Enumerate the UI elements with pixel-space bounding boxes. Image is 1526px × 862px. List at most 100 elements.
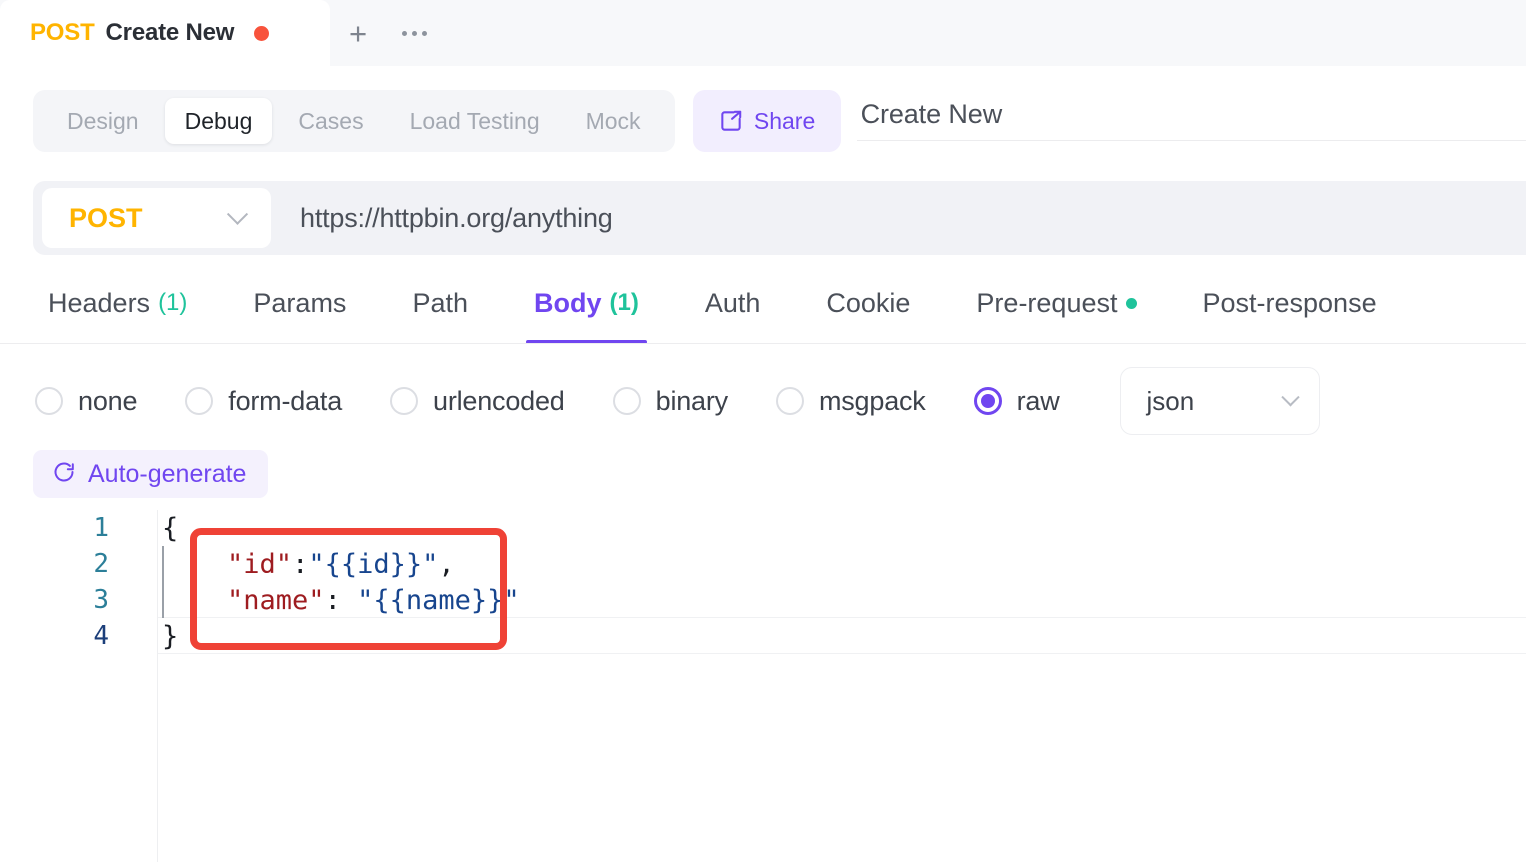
radio-binary-mark-icon [612, 387, 641, 415]
sub-tab-headers-label: Headers [48, 287, 151, 318]
code-line-2-separator: : [292, 548, 309, 580]
tab-load-testing-label: Load Testing [409, 107, 540, 134]
auto-generate-button[interactable]: Auto-generate [33, 450, 269, 498]
radio-form-data[interactable]: form-data [185, 386, 342, 417]
radio-none-label: none [78, 385, 138, 416]
auto-generate-label: Auto-generate [88, 459, 247, 488]
share-icon [718, 108, 744, 134]
radio-msgpack-label: msgpack [818, 385, 926, 416]
tab-mock[interactable]: Mock [566, 98, 661, 144]
plus-icon: + [348, 15, 368, 51]
sub-tab-auth-label: Auth [704, 287, 761, 318]
code-line-2: "id" : "{{id}}" , [158, 546, 1526, 582]
tab-overflow-menu-button[interactable] [386, 0, 442, 66]
radio-urlencoded-label: urlencoded [433, 385, 565, 416]
tab-method-label: POST [30, 19, 95, 46]
tab-design[interactable]: Design [47, 98, 159, 144]
sub-tab-path-label: Path [412, 287, 468, 318]
radio-urlencoded-mark-icon [390, 387, 419, 415]
sub-tab-params-label: Params [253, 287, 347, 318]
sub-tab-headers-count: (1) [158, 289, 188, 316]
share-button-label: Share [753, 107, 816, 134]
sub-tab-post-response[interactable]: Post-response [1170, 262, 1410, 344]
editor-gutter: 1 2 3 4 [0, 510, 157, 862]
share-button[interactable]: Share [692, 90, 841, 152]
url-input[interactable]: https://httpbin.org/anything [300, 203, 613, 234]
sub-tab-body[interactable]: Body (1) [501, 262, 672, 344]
code-line-2-indent [162, 549, 227, 580]
sub-tab-params[interactable]: Params [220, 262, 379, 344]
ellipsis-icon [401, 30, 427, 36]
code-line-4-text: } [162, 620, 179, 652]
chevron-down-icon [1280, 387, 1300, 406]
radio-none-mark-icon [35, 387, 63, 415]
sub-tab-post-response-label: Post-response [1202, 287, 1377, 318]
tab-strip: POST Create New + [0, 0, 1526, 66]
code-line-2-value: "{{id}}" [308, 548, 439, 580]
radio-form-data-mark-icon [185, 387, 214, 415]
tab-load-testing[interactable]: Load Testing [390, 98, 560, 144]
raw-format-select[interactable]: json [1119, 367, 1320, 435]
request-sub-tabs: Headers (1) Params Path Body (1) Auth Co… [0, 262, 1526, 344]
code-line-3-indent [162, 585, 227, 616]
tab-debug[interactable]: Debug [164, 98, 273, 144]
code-line-2-comma: , [438, 548, 455, 580]
line-number: 2 [93, 549, 109, 579]
code-line-3-separator: : [324, 584, 358, 616]
line-number: 3 [93, 585, 109, 615]
request-header-row: Design Debug Cases Load Testing Mock Sha… [0, 66, 1526, 176]
editor-code-area[interactable]: { "id" : "{{id}}" , "name" : "{{name}}" … [158, 510, 1526, 862]
code-line-1-text: { [162, 512, 179, 544]
unsaved-changes-dot-icon [254, 25, 270, 41]
raw-format-value: json [1146, 385, 1195, 416]
body-type-radio-group: none form-data urlencoded binary msgpack… [0, 360, 1526, 442]
sub-tab-pre-request[interactable]: Pre-request [943, 262, 1169, 344]
radio-msgpack-mark-icon [775, 387, 804, 415]
tab-design-label: Design [67, 107, 139, 134]
code-line-3: "name" : "{{name}}" [158, 582, 1526, 618]
radio-raw[interactable]: raw [973, 386, 1060, 417]
radio-binary[interactable]: binary [612, 385, 729, 417]
radio-msgpack[interactable]: msgpack [775, 385, 926, 417]
code-line-3-key: "name" [227, 584, 325, 616]
tab-cases[interactable]: Cases [278, 98, 383, 144]
sub-tab-auth[interactable]: Auth [672, 262, 794, 344]
indent-guide [162, 546, 164, 618]
request-body-editor[interactable]: 1 2 3 4 { "id" : "{{id}}" , "name" : "{{… [0, 510, 1526, 862]
code-line-4: } [158, 618, 1526, 654]
request-tab-create-new[interactable]: POST Create New [0, 0, 330, 66]
code-line-3-value: "{{name}}" [357, 584, 520, 616]
url-row: POST https://httpbin.org/anything [0, 176, 1526, 260]
sub-tab-body-label: Body [533, 287, 602, 318]
sub-tab-body-count: (1) [609, 289, 639, 316]
tab-debug-label: Debug [184, 107, 253, 134]
new-tab-button[interactable]: + [330, 0, 386, 66]
radio-raw-mark-icon [973, 387, 1002, 415]
http-method-value: POST [69, 202, 143, 233]
refresh-icon [52, 460, 76, 489]
tab-mock-label: Mock [585, 107, 641, 134]
chevron-down-icon [226, 203, 249, 225]
radio-form-data-label: form-data [228, 385, 343, 416]
mode-tab-group: Design Debug Cases Load Testing Mock [33, 90, 675, 152]
url-bar: POST https://httpbin.org/anything [33, 181, 1526, 255]
request-title-text: Create New [860, 99, 1003, 129]
sub-tab-path[interactable]: Path [379, 262, 501, 344]
sub-tab-cookie-label: Cookie [826, 287, 911, 318]
code-line-2-key: "id" [227, 548, 293, 580]
sub-tab-cookie[interactable]: Cookie [793, 262, 943, 344]
radio-urlencoded[interactable]: urlencoded [390, 386, 565, 417]
code-line-1: { [158, 510, 1526, 546]
request-title-underline [856, 140, 1526, 141]
sub-tabs-divider [0, 343, 1526, 344]
radio-none[interactable]: none [35, 386, 137, 417]
request-title-field[interactable]: Create New [856, 66, 1526, 176]
line-number: 4 [93, 621, 109, 651]
pre-request-active-dot-icon [1125, 297, 1137, 309]
tab-cases-label: Cases [298, 107, 364, 134]
radio-binary-label: binary [655, 385, 729, 416]
tab-title-label: Create New [105, 19, 235, 46]
sub-tab-pre-request-label: Pre-request [976, 287, 1118, 318]
http-method-select[interactable]: POST [42, 188, 271, 248]
sub-tab-headers[interactable]: Headers (1) [48, 262, 220, 344]
